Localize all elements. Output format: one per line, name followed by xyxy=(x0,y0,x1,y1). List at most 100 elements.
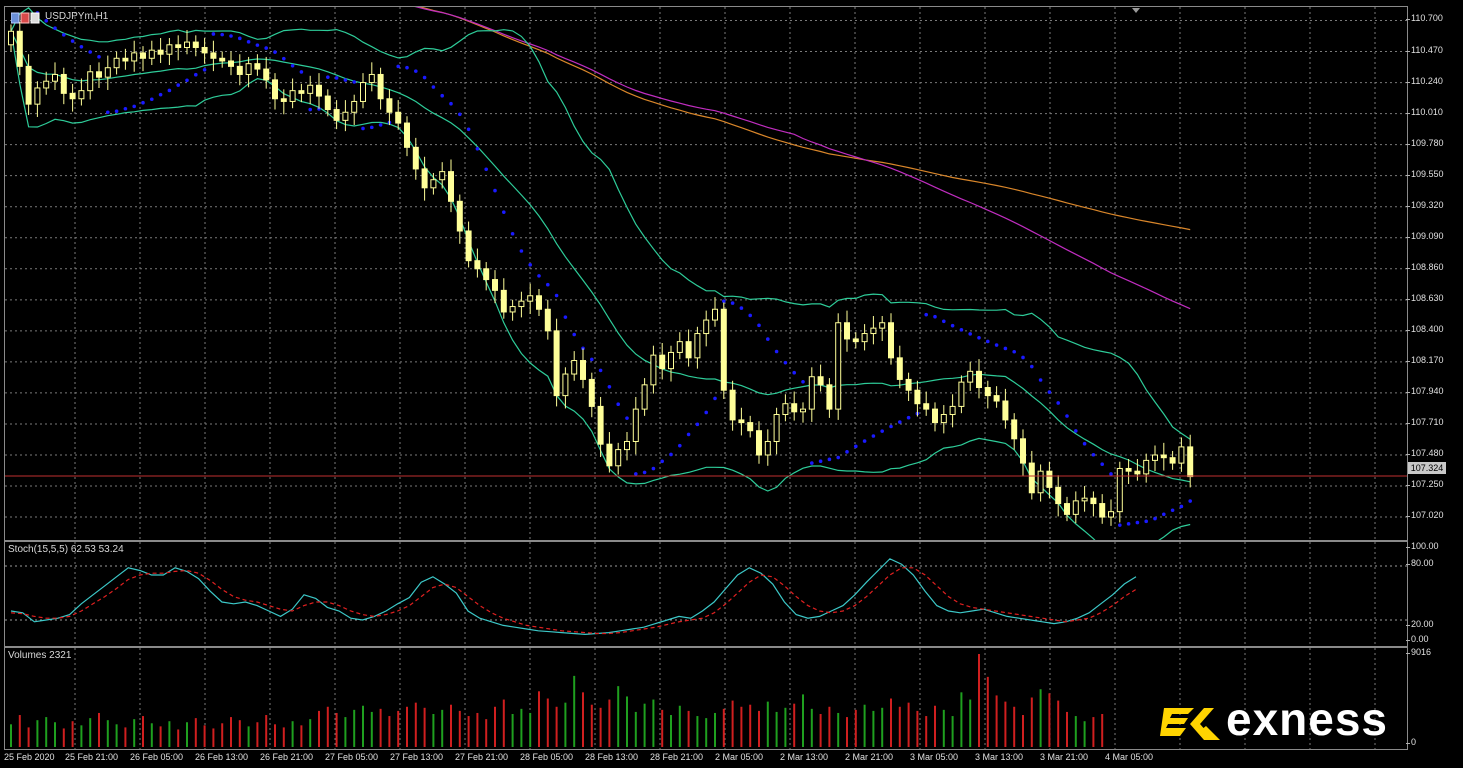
price-chart-svg[interactable] xyxy=(5,7,1407,540)
candle-body xyxy=(1143,459,1150,475)
price-tick-label: 107.250 xyxy=(1406,479,1444,490)
parabolic-sar-dot xyxy=(185,78,189,83)
parabolic-sar-dot xyxy=(942,319,946,324)
candle-body xyxy=(263,68,270,81)
parabolic-sar-dot xyxy=(528,263,532,267)
parabolic-sar-dot xyxy=(53,26,57,30)
time-tick-label: 2 Mar 05:00 xyxy=(715,752,764,762)
candle-body xyxy=(245,63,252,75)
parabolic-sar-dot xyxy=(246,40,251,44)
parabolic-sar-dot xyxy=(1126,522,1131,526)
parabolic-sar-dot xyxy=(686,432,691,437)
candle-body xyxy=(34,87,41,105)
stochastic-svg[interactable] xyxy=(5,542,1407,646)
stochastic-panel[interactable]: Stoch(15,5,5) 62.53 53.24 xyxy=(4,541,1408,647)
parabolic-sar-dot xyxy=(783,360,788,365)
parabolic-sar-dot xyxy=(871,434,876,438)
parabolic-sar-dot xyxy=(211,32,216,36)
parabolic-sar-dot xyxy=(282,56,286,61)
parabolic-sar-dot xyxy=(431,85,436,89)
parabolic-sar-dot xyxy=(792,370,796,375)
candle-body xyxy=(157,49,164,55)
parabolic-sar-dot xyxy=(1003,346,1008,351)
parabolic-sar-dot xyxy=(950,323,955,328)
candle-body xyxy=(896,357,903,380)
candle-body xyxy=(192,41,199,48)
candle-body xyxy=(694,333,701,359)
candle-body xyxy=(588,378,595,407)
candle-body xyxy=(184,41,190,48)
candle-body xyxy=(333,109,340,121)
parabolic-sar-dot xyxy=(959,328,964,332)
parabolic-sar-dot xyxy=(1109,472,1113,476)
time-tick-label: 2 Mar 21:00 xyxy=(845,752,894,762)
parabolic-sar-dot xyxy=(906,415,911,420)
parabolic-sar-dot xyxy=(845,450,849,454)
candle-body xyxy=(861,333,868,343)
parabolic-sar-dot xyxy=(546,282,550,287)
candle-body xyxy=(1134,470,1141,475)
candle-body xyxy=(676,341,683,353)
candle-body xyxy=(439,171,446,181)
parabolic-sar-dot xyxy=(1038,378,1043,382)
price-tick-label: 108.170 xyxy=(1406,354,1444,365)
price-tick-label: 109.090 xyxy=(1406,230,1444,241)
parabolic-sar-dot xyxy=(458,112,462,117)
price-tick-label: 110.240 xyxy=(1406,75,1443,86)
parabolic-sar-dot xyxy=(70,39,75,43)
parabolic-sar-dot xyxy=(97,55,101,59)
parabolic-sar-dot xyxy=(141,100,145,105)
candle-body xyxy=(562,373,569,397)
candle-body xyxy=(1178,446,1185,464)
parabolic-sar-dot xyxy=(889,424,893,429)
parabolic-sar-dot xyxy=(1047,390,1052,394)
candle-body xyxy=(597,405,604,445)
parabolic-sar-dot xyxy=(299,70,304,74)
parabolic-sar-dot xyxy=(818,459,823,463)
parabolic-sar-dot xyxy=(880,429,884,433)
candle-body xyxy=(412,146,419,170)
parabolic-sar-dot xyxy=(132,104,136,109)
parabolic-sar-dot xyxy=(642,470,647,475)
candle-body xyxy=(342,111,349,121)
parabolic-sar-dot xyxy=(748,313,752,318)
candle-body xyxy=(60,73,67,94)
candle-body xyxy=(571,360,578,375)
parabolic-sar-dot xyxy=(616,402,620,407)
parabolic-sar-dot xyxy=(1065,414,1069,418)
parabolic-sar-dot xyxy=(1188,499,1192,503)
parabolic-sar-dot xyxy=(405,65,409,70)
price-tick-label: 110.470 xyxy=(1406,44,1443,55)
candle-body xyxy=(272,79,278,100)
price-chart-panel[interactable]: USDJPYm,H1 xyxy=(4,6,1408,541)
candle-body xyxy=(166,44,173,55)
candle-body xyxy=(228,60,234,67)
time-tick-label: 3 Mar 21:00 xyxy=(1040,752,1089,762)
parabolic-sar-dot xyxy=(801,379,805,384)
candle-body xyxy=(254,63,261,70)
time-tick-label: 26 Feb 13:00 xyxy=(195,752,249,762)
candle-body xyxy=(280,98,287,102)
parabolic-sar-dot xyxy=(836,455,840,460)
time-tick-label: 3 Mar 13:00 xyxy=(975,752,1024,762)
price-tick-label: 107.020 xyxy=(1406,510,1444,521)
volume-label: Volumes 2321 xyxy=(8,650,72,661)
parabolic-sar-dot xyxy=(326,75,330,79)
candle-body xyxy=(483,268,490,281)
time-tick-label: 28 Feb 21:00 xyxy=(650,752,704,762)
stochastic-tick-label: 0.00 xyxy=(1406,634,1429,644)
parabolic-sar-dot xyxy=(1118,523,1122,527)
price-axis: 110.700 110.470 110.240 110.010 109.780 109.5… xyxy=(1405,0,1463,768)
candle-body xyxy=(544,308,551,332)
time-tick-label: 3 Mar 05:00 xyxy=(910,752,959,762)
candle-body xyxy=(236,65,243,75)
parabolic-sar-dot xyxy=(572,332,576,337)
parabolic-sar-dot xyxy=(229,34,233,38)
candle-body xyxy=(967,370,974,383)
parabolic-sar-dot xyxy=(739,306,744,310)
candle-body xyxy=(764,440,771,456)
candle-body xyxy=(307,84,314,94)
parabolic-sar-dot xyxy=(730,301,735,305)
candle-body xyxy=(360,82,366,102)
parabolic-sar-dot xyxy=(1135,520,1140,525)
